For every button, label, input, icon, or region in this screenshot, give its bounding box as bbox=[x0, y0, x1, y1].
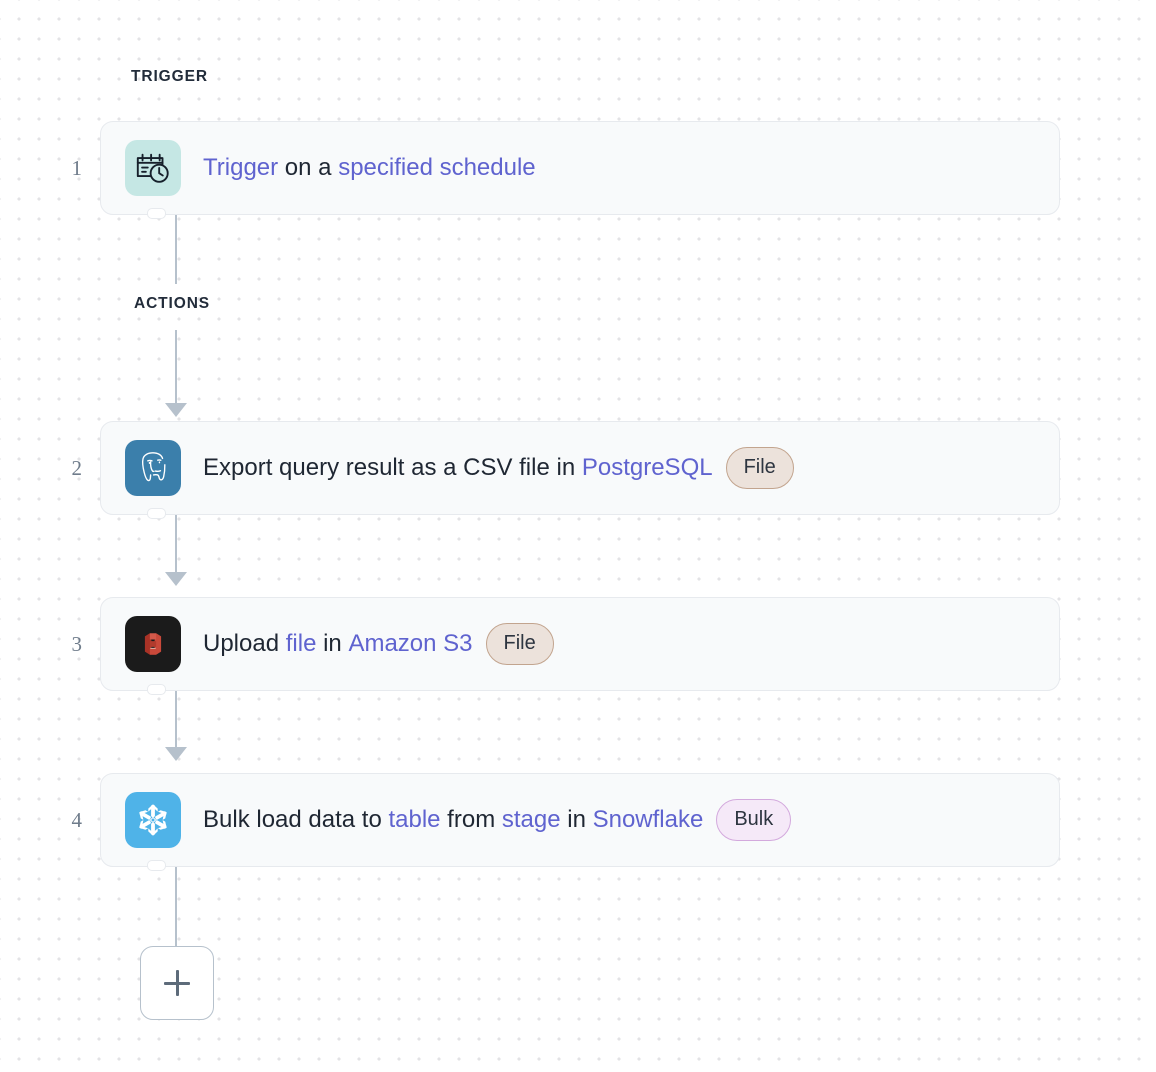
step-token-plain-1: Export query result as a CSV file in bbox=[203, 454, 582, 483]
card-drag-handle[interactable] bbox=[147, 508, 166, 519]
card-drag-handle[interactable] bbox=[147, 684, 166, 695]
workflow-canvas: TRIGGER ACTIONS 1 Trigge bbox=[0, 0, 1156, 1072]
step-token-link-1: Trigger bbox=[203, 154, 278, 183]
step-card-amazon-s3[interactable]: Upload file in Amazon S3 File bbox=[100, 597, 1060, 691]
step-card-postgresql[interactable]: Export query result as a CSV file in Pos… bbox=[100, 421, 1060, 515]
step-description: Upload file in Amazon S3 File bbox=[203, 623, 554, 665]
section-label-trigger: TRIGGER bbox=[131, 68, 208, 86]
step-token-link-2: stage bbox=[502, 806, 561, 835]
step-token-link-2: Amazon S3 bbox=[348, 630, 472, 659]
step-token-link-3: Snowflake bbox=[593, 806, 704, 835]
step-card-trigger[interactable]: Trigger on a specified schedule bbox=[100, 121, 1060, 215]
step-token-link-2: specified schedule bbox=[338, 154, 535, 183]
step-description: Export query result as a CSV file in Pos… bbox=[203, 447, 794, 489]
postgresql-icon bbox=[125, 440, 181, 496]
connector-line-actions-to-step2 bbox=[175, 330, 177, 408]
connector-line-trigger-to-actions bbox=[175, 214, 177, 284]
step-token-plain-1: Upload bbox=[203, 630, 286, 659]
status-badge-file: File bbox=[486, 623, 554, 665]
step-token-plain-1: Bulk load data to bbox=[203, 806, 388, 835]
card-drag-handle[interactable] bbox=[147, 208, 166, 219]
add-step-button[interactable] bbox=[140, 946, 214, 1020]
workflow-step-1[interactable]: 1 Trigger on a specified schedule bbox=[0, 121, 1156, 215]
section-label-actions: ACTIONS bbox=[134, 295, 210, 313]
step-token-plain-2: in bbox=[316, 630, 348, 659]
status-badge-file: File bbox=[726, 447, 794, 489]
card-drag-handle[interactable] bbox=[147, 860, 166, 871]
step-token-link-1: file bbox=[286, 630, 317, 659]
step-token-link-1: table bbox=[388, 806, 440, 835]
connector-arrow-step4 bbox=[165, 747, 187, 761]
calendar-clock-icon bbox=[125, 140, 181, 196]
status-badge-bulk: Bulk bbox=[716, 799, 791, 841]
workflow-step-4[interactable]: 4 bbox=[0, 773, 1156, 867]
snowflake-icon bbox=[125, 792, 181, 848]
step-token-plain-1: on a bbox=[278, 154, 338, 183]
plus-icon bbox=[164, 970, 190, 996]
step-number: 4 bbox=[0, 808, 100, 833]
connector-arrow-step2 bbox=[165, 403, 187, 417]
step-card-snowflake[interactable]: Bulk load data to table from stage in Sn… bbox=[100, 773, 1060, 867]
connector-line-step3-to-step4 bbox=[175, 690, 177, 752]
step-token-link-1: PostgreSQL bbox=[582, 454, 713, 483]
amazon-s3-icon bbox=[125, 616, 181, 672]
step-token-plain-3: in bbox=[561, 806, 593, 835]
workflow-step-3[interactable]: 3 Upload file in Amazon S3 File bbox=[0, 597, 1156, 691]
step-description: Trigger on a specified schedule bbox=[203, 154, 536, 183]
workflow-step-2[interactable]: 2 Export query result as a CSV file in P… bbox=[0, 421, 1156, 515]
connector-arrow-step3 bbox=[165, 572, 187, 586]
step-number: 1 bbox=[0, 156, 100, 181]
connector-line-step2-to-step3 bbox=[175, 515, 177, 577]
step-number: 3 bbox=[0, 632, 100, 657]
step-token-plain-2: from bbox=[441, 806, 502, 835]
step-description: Bulk load data to table from stage in Sn… bbox=[203, 799, 791, 841]
step-number: 2 bbox=[0, 456, 100, 481]
connector-line-step4-to-add bbox=[175, 866, 177, 946]
